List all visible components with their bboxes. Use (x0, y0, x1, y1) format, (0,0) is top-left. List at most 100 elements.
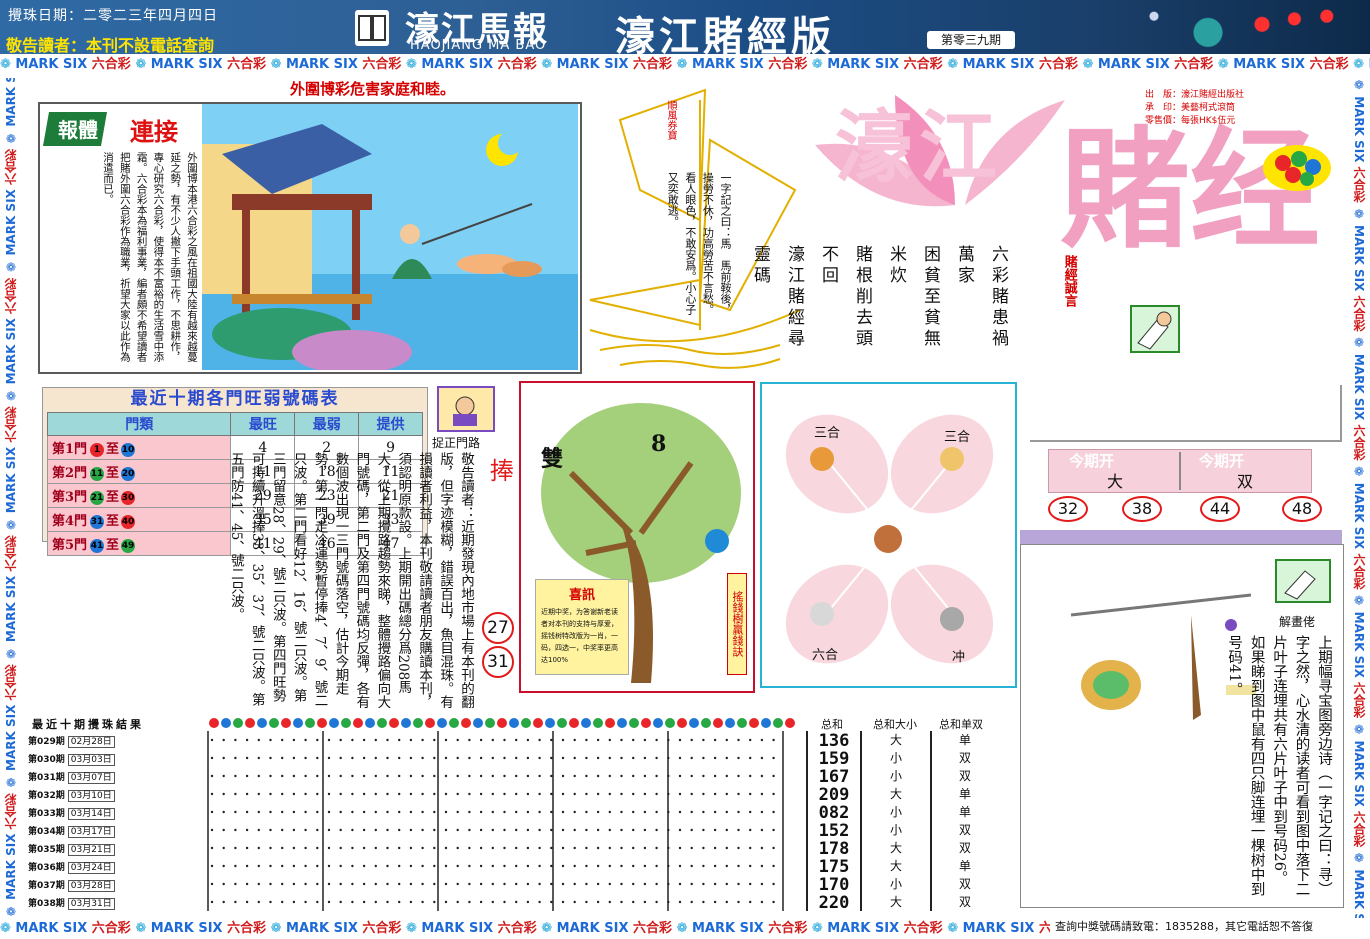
grid-dot (374, 756, 377, 760)
grid-dot (362, 900, 366, 904)
grid-dot (421, 810, 424, 814)
grid-dot (760, 810, 764, 814)
header-bar: 攪珠日期：二零二三年四月四日 敬告讀者：本刊不設電話查詢 濠江馬報 HAOJIA… (0, 0, 1370, 54)
sum-value: 152 (818, 821, 850, 841)
grid-dot (362, 864, 366, 868)
grid-dot (772, 846, 775, 850)
grid-dot (749, 792, 752, 796)
number-ball (593, 718, 603, 728)
number-ball (485, 718, 495, 728)
grid-dot (479, 846, 483, 850)
number-ball (269, 718, 279, 728)
grid-dot (749, 864, 752, 868)
mark-six-cn-text: 六合彩 (4, 273, 18, 314)
number-ball (437, 718, 447, 728)
grid-dot (433, 864, 436, 868)
grid-dot (421, 756, 424, 760)
grid-dot (257, 810, 260, 814)
grid-dot (304, 828, 307, 832)
grid-dot (655, 756, 658, 760)
issue-label: 第030期 (28, 755, 65, 765)
mark-six-text: MARK SIX (1352, 740, 1366, 811)
mark-six-text: MARK SIX (556, 57, 634, 72)
mark-six-text: MARK SIX (421, 921, 498, 936)
odd-even-value: 双 (958, 769, 971, 783)
grid-dot (585, 792, 588, 796)
grid-dot (351, 882, 354, 886)
grid-dot (292, 864, 296, 868)
grid-dot (620, 774, 623, 778)
grid-dot (749, 810, 752, 814)
grid-dot (608, 756, 611, 760)
sum-value: 178 (818, 839, 850, 859)
grid-dot (772, 774, 775, 778)
grid-dot (667, 792, 670, 796)
grid-dot (468, 774, 471, 778)
mark-six-text: MARK SIX (827, 921, 904, 936)
grid-dot (503, 900, 506, 904)
grid-dot (468, 810, 471, 814)
grid-dot (269, 810, 272, 814)
grid-dot (444, 846, 448, 850)
grid-dot (608, 738, 611, 742)
number-ball (557, 718, 567, 728)
col-gate: 門類 (46, 412, 232, 436)
grid-dot (386, 792, 389, 796)
motto-line: 困貧至貧無米炊 (886, 245, 940, 350)
grid-dot (550, 900, 553, 904)
grid-dot (456, 900, 459, 904)
flower-icon: ❁ (1352, 78, 1366, 97)
number-ball (353, 718, 363, 728)
grid-dot (737, 882, 740, 886)
mark-six-cn-text: 六合彩 (227, 921, 271, 936)
number-ball (413, 718, 423, 728)
mark-six-text: MARK SIX (691, 921, 769, 936)
grid-dot (468, 738, 471, 742)
grid-dot (316, 738, 319, 742)
grid-dot (269, 756, 272, 760)
draw-date-cell: 03月17日 (67, 826, 115, 838)
result-row: 第034期 03月17日 (28, 823, 206, 841)
big-small-value: 大 (889, 895, 902, 909)
grid-dot (374, 738, 377, 742)
big-small-value: 大 (889, 841, 902, 855)
header-decoration (1100, 0, 1370, 54)
grid-dot (456, 756, 459, 760)
reader-notice: 敬告讀者：近期發現內地市場上有本刊的翻版，但字迹模糊，錯誤百出，魚目混珠。有損讀… (227, 452, 474, 709)
flower-icon: ❁ (4, 384, 18, 403)
grid-dot (702, 828, 705, 832)
grid-dot (760, 882, 764, 886)
grid-dot (386, 810, 389, 814)
number-ball (545, 718, 555, 728)
grid-dot (690, 882, 693, 886)
grid-dot (398, 810, 401, 814)
flower-icon: ❁ (1352, 335, 1366, 354)
flower-icon: ❁ (405, 921, 422, 936)
grid-dot (596, 756, 600, 760)
grid-dot (456, 882, 459, 886)
grid-dot (526, 882, 530, 886)
grid-dot (550, 864, 553, 868)
grid-dot (257, 882, 260, 886)
grid-dot (515, 882, 518, 886)
grid-dot (468, 756, 471, 760)
mark-six-text: MARK SIX (4, 829, 18, 900)
grid-dot (632, 900, 635, 904)
odd-even-value: 单 (958, 859, 971, 873)
mark-six-cn-text: 六合彩 (1352, 295, 1366, 336)
grid-dot (409, 756, 413, 760)
grid-dot (632, 774, 635, 778)
grid-dot (713, 810, 717, 814)
grid-dot (456, 792, 459, 796)
grid-dot (655, 810, 658, 814)
grid-dot (444, 900, 448, 904)
flower-icon: ❁ (676, 57, 692, 72)
grid-dot (421, 774, 424, 778)
grid-dot (713, 774, 717, 778)
number-ball (581, 718, 591, 728)
grid-dot (620, 756, 623, 760)
grid-dot (526, 738, 530, 742)
hand-writing-icon (1130, 305, 1180, 353)
mark-six-text: MARK SIX (691, 57, 769, 72)
grid-dot (655, 774, 658, 778)
